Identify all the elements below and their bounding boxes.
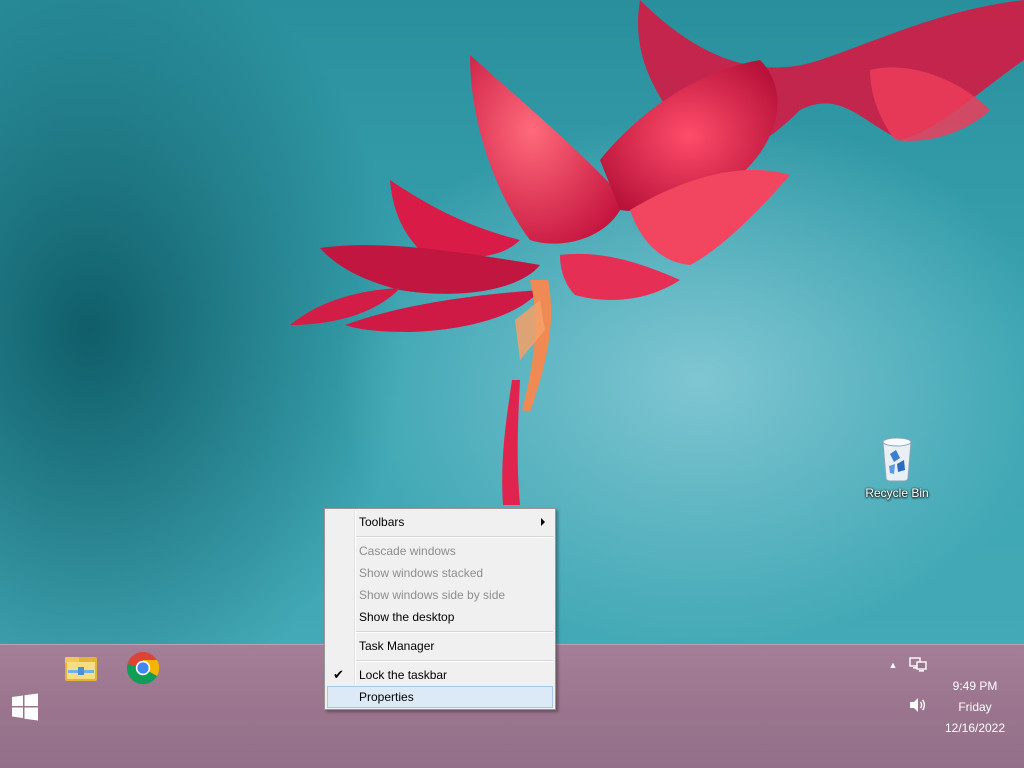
desktop[interactable]: Recycle Bin ▲ 9:49 PM Friday 12/16/2022 … (0, 0, 1024, 768)
menu-separator (356, 660, 553, 662)
start-button[interactable] (6, 690, 44, 724)
menu-item-label: Show windows stacked (359, 566, 484, 580)
menu-item-cascade-windows[interactable]: Cascade windows (327, 540, 553, 562)
checkmark-icon: ✔ (333, 667, 344, 682)
menu-item-show-windows-stacked[interactable]: Show windows stacked (327, 562, 553, 584)
menu-item-label: Cascade windows (359, 544, 456, 558)
menu-item-label: Properties (359, 690, 414, 704)
taskbar-pinned-file-explorer[interactable] (58, 648, 104, 688)
clock-time: 9:49 PM (952, 679, 998, 693)
speaker-icon[interactable] (908, 696, 928, 714)
taskbar-context-menu: Toolbars Cascade windows Show windows st… (324, 508, 556, 710)
menu-item-label: Toolbars (359, 515, 405, 529)
menu-item-task-manager[interactable]: Task Manager (327, 635, 553, 657)
menu-item-label: Show windows side by side (359, 588, 506, 602)
menu-item-label: Show the desktop (359, 610, 455, 624)
desktop-icon-label: Recycle Bin (865, 486, 929, 500)
recycle-bin-icon (882, 437, 912, 482)
menu-item-toolbars[interactable]: Toolbars (327, 511, 553, 533)
menu-item-label: Lock the taskbar (359, 668, 448, 682)
clock-day: Friday (958, 700, 992, 714)
windows-logo-icon (12, 693, 38, 721)
clock-date: 12/16/2022 (944, 721, 1006, 735)
show-hidden-icons-button[interactable]: ▲ (886, 658, 900, 672)
submenu-arrow-icon (541, 518, 545, 526)
desktop-icon-recycle-bin[interactable]: Recycle Bin (860, 434, 934, 500)
menu-item-properties[interactable]: Properties (327, 686, 553, 708)
menu-item-lock-the-taskbar[interactable]: ✔ Lock the taskbar (327, 664, 553, 686)
taskbar-clock[interactable]: 9:49 PM Friday 12/16/2022 (938, 676, 1012, 739)
taskbar-pinned-chrome[interactable] (120, 648, 166, 688)
chrome-icon (126, 652, 160, 685)
menu-item-show-the-desktop[interactable]: Show the desktop (327, 606, 553, 628)
menu-separator (356, 536, 553, 538)
chevron-up-icon: ▲ (888, 660, 898, 670)
menu-item-show-windows-side-by-side[interactable]: Show windows side by side (327, 584, 553, 606)
menu-item-label: Task Manager (359, 639, 435, 653)
file-explorer-icon (65, 657, 97, 681)
menu-separator (356, 631, 553, 633)
network-icon[interactable] (908, 656, 928, 674)
